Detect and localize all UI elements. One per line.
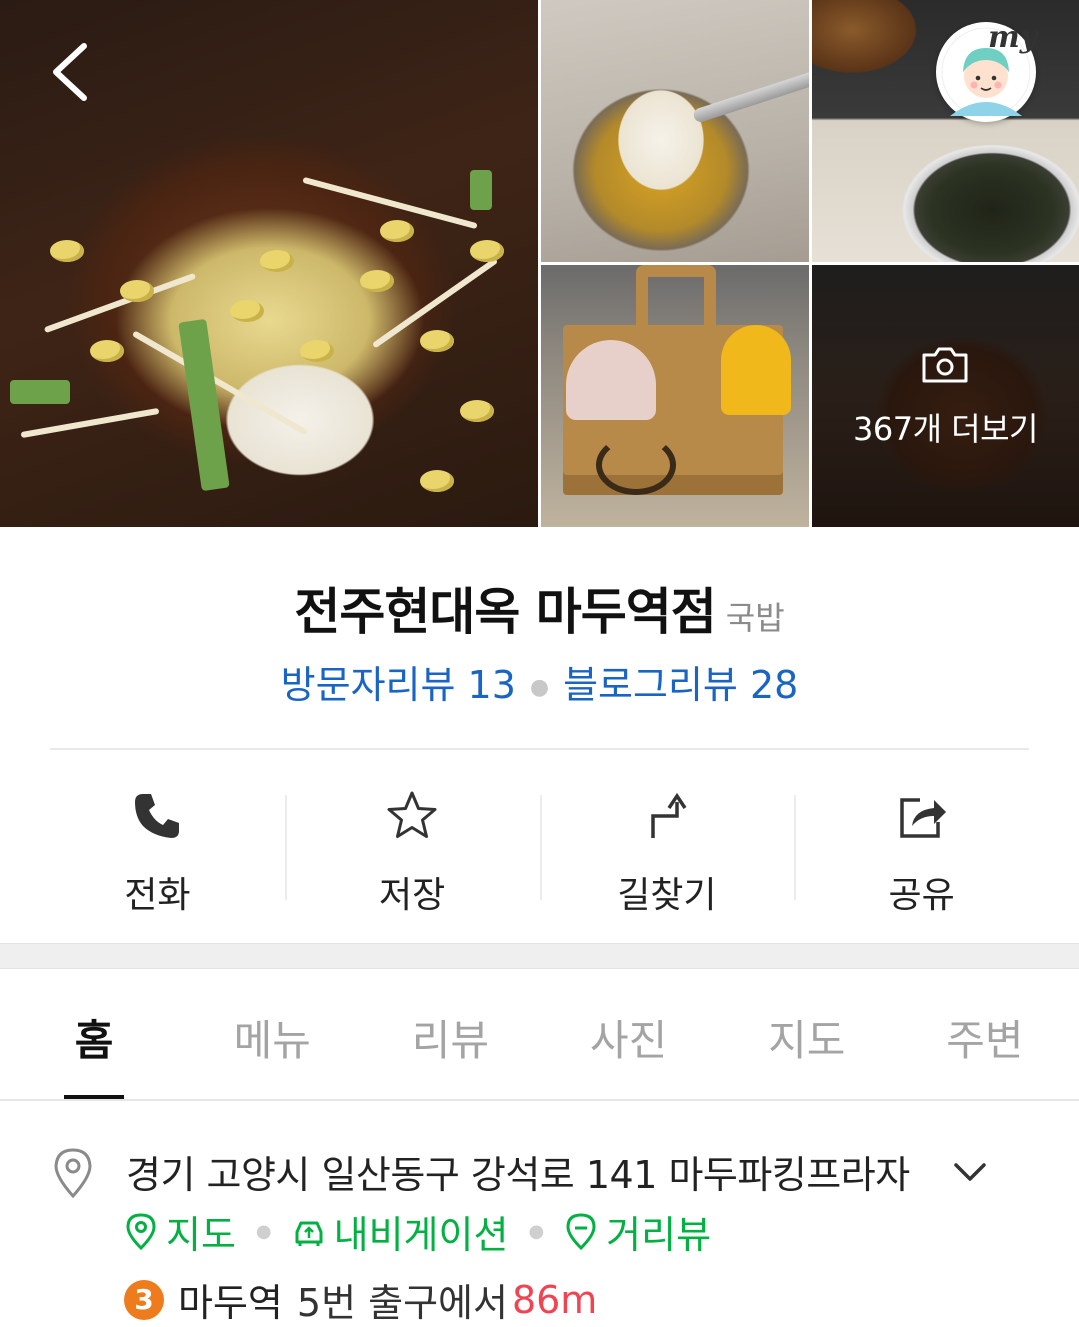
divider xyxy=(50,748,1029,750)
map-link-label: 지도 xyxy=(166,1212,236,1257)
place-category: 국밥 xyxy=(725,599,785,637)
photo-spoon[interactable] xyxy=(541,0,809,262)
navigation-link-label: 내비게이션 xyxy=(333,1212,509,1257)
location-pin-icon xyxy=(54,1148,92,1199)
subway-distance: 86m xyxy=(511,1277,598,1322)
share-label: 공유 xyxy=(888,875,955,916)
subway-station: 마두역 xyxy=(178,1281,283,1325)
tab-menu[interactable]: 메뉴 xyxy=(183,985,361,1101)
photo-more[interactable] xyxy=(812,265,1079,527)
street-view-icon xyxy=(566,1213,596,1250)
my-avatar-button[interactable]: my xyxy=(936,20,1038,122)
directions-button[interactable]: 길찾기 xyxy=(539,770,795,920)
car-navigation-icon xyxy=(295,1221,323,1246)
call-label: 전화 xyxy=(124,875,191,916)
phone-icon xyxy=(135,794,180,838)
subway-info: 3 마두역 5번 출구에서 86m xyxy=(124,1272,597,1327)
action-bar: 전화 저장 길찾기 공유 xyxy=(30,770,1049,920)
tab-bar: 홈 메뉴 리뷰 사진 지도 주변 xyxy=(5,985,1074,1101)
map-link[interactable]: 지도 xyxy=(124,1204,236,1259)
save-label: 저장 xyxy=(379,875,446,916)
my-badge: my xyxy=(988,20,1038,55)
place-title-row: 전주현대옥 마두역점 국밥 xyxy=(0,572,1079,644)
tabs-divider xyxy=(0,1099,1079,1101)
map-pin-icon xyxy=(126,1213,156,1250)
visitor-review-link[interactable]: 방문자리뷰 13 xyxy=(281,663,516,707)
separator-dot: ● xyxy=(255,1220,272,1242)
navigation-link[interactable]: 내비게이션 xyxy=(292,1204,509,1259)
directions-icon xyxy=(651,792,687,838)
subway-line-badge: 3 xyxy=(124,1279,164,1320)
blog-review-link[interactable]: 블로그리뷰 28 xyxy=(563,663,798,707)
photo-grid: 367개 더보기 my xyxy=(0,0,1079,527)
place-name: 전주현대옥 마두역점 xyxy=(294,583,716,641)
location-links: 지도 ● 내비게이션 ● 거리뷰 xyxy=(124,1204,711,1259)
share-button[interactable]: 공유 xyxy=(794,770,1049,920)
star-icon xyxy=(387,791,437,838)
street-view-link[interactable]: 거리뷰 xyxy=(564,1204,711,1259)
separator-dot: ● xyxy=(529,675,550,700)
save-button[interactable]: 저장 xyxy=(284,770,540,920)
tab-review[interactable]: 리뷰 xyxy=(361,985,539,1101)
separator-dot: ● xyxy=(528,1220,545,1242)
tab-home[interactable]: 홈 xyxy=(5,985,183,1101)
camera-icon xyxy=(922,347,968,383)
tab-nearby[interactable]: 주변 xyxy=(896,985,1074,1101)
tab-photo[interactable]: 사진 xyxy=(540,985,718,1101)
photo-drinks[interactable] xyxy=(541,265,809,527)
street-view-link-label: 거리뷰 xyxy=(606,1212,712,1257)
review-links: 방문자리뷰 13 ● 블로그리뷰 28 xyxy=(0,654,1079,709)
directions-label: 길찾기 xyxy=(617,875,717,916)
more-photos-label[interactable]: 367개 더보기 xyxy=(812,404,1079,450)
call-button[interactable]: 전화 xyxy=(30,770,285,920)
chevron-down-icon[interactable] xyxy=(952,1160,988,1184)
section-gap xyxy=(0,943,1079,969)
back-icon[interactable] xyxy=(44,40,98,104)
tab-map[interactable]: 지도 xyxy=(718,985,896,1101)
share-icon xyxy=(899,798,946,838)
address-text[interactable]: 경기 고양시 일산동구 강석로 141 마두파킹프라자 xyxy=(126,1144,910,1199)
subway-exit: 5번 출구에서 xyxy=(296,1281,508,1325)
